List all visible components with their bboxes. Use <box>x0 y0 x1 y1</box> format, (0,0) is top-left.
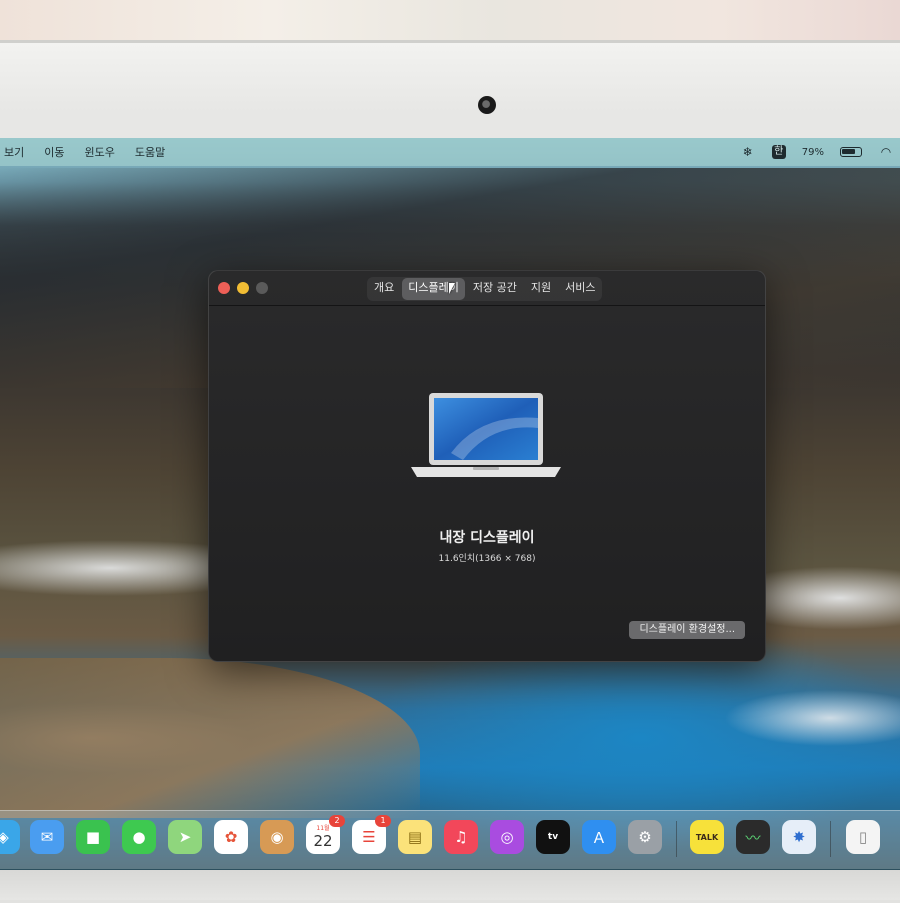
menu-bar-items: 보기 이동 윈도우 도움말 <box>0 144 185 160</box>
safari-app[interactable]: ◈ <box>0 820 20 854</box>
minimize-button[interactable] <box>237 282 249 294</box>
podcast-icon: ◎ <box>500 828 514 846</box>
maps-app[interactable]: ➤ <box>168 820 202 854</box>
tab-support[interactable]: 지원 <box>525 278 557 300</box>
tab-bar: 개요 디스플레이 저장 공간 지원 서비스 <box>367 277 603 301</box>
preview-app[interactable]: ▯ <box>846 820 880 854</box>
tab-storage[interactable]: 저장 공간 <box>467 278 523 300</box>
gear-blue-icon: ✸ <box>792 828 806 846</box>
close-button[interactable] <box>218 282 230 294</box>
dock-separator <box>830 821 831 857</box>
menu-go[interactable]: 이동 <box>44 144 64 160</box>
tab-service[interactable]: 서비스 <box>559 278 601 300</box>
reminders-app[interactable]: ☰ 1 <box>352 815 391 854</box>
mail-app[interactable]: ✉ <box>30 820 64 854</box>
map-icon: ➤ <box>178 828 192 846</box>
tv-app[interactable]: tv <box>536 820 570 854</box>
tab-overview[interactable]: 개요 <box>368 278 400 300</box>
system-preferences-app[interactable]: ⚙ <box>628 820 662 854</box>
flower-icon: ✿ <box>224 828 238 846</box>
notes-app[interactable]: ▤ <box>398 820 432 854</box>
talk-icon: TALK <box>695 832 719 842</box>
app-store-app[interactable]: Ａ <box>582 820 616 854</box>
facetime-app[interactable]: ■ <box>76 820 110 854</box>
calendar-app[interactable]: 11월 22 2 <box>306 815 345 854</box>
monitor-icon: 〰 <box>745 828 761 847</box>
contacts-icon: ◉ <box>270 828 284 846</box>
kakaotalk-app[interactable]: TALK <box>690 820 724 854</box>
menu-view[interactable]: 보기 <box>4 144 24 160</box>
battery-percentage[interactable]: 79% <box>802 147 824 158</box>
podcasts-app[interactable]: ◎ <box>490 820 524 854</box>
activity-monitor-app[interactable]: 〰 <box>736 820 770 854</box>
desktop-screen: 보기 이동 윈도우 도움말 ❄ 한 79% ◠ 개요 디스플레이 저장 공간 지… <box>0 138 900 870</box>
menu-help[interactable]: 도움말 <box>135 144 165 160</box>
dock: ◈ ✉ ■ ● ➤ ✿ ◉ 11월 22 2 ☰ 1 ▤ ♫ ◎ tv Ａ ⚙ … <box>0 810 900 869</box>
notepad-icon: ▤ <box>407 828 423 846</box>
about-this-mac-window: 개요 디스플레이 저장 공간 지원 서비스 내장 디스플레이 11.6인치(13… <box>208 270 766 662</box>
calendar-badge: 2 <box>329 815 345 827</box>
battery-icon[interactable] <box>840 147 862 157</box>
zoom-button <box>256 282 268 294</box>
input-source-icon[interactable]: 한 <box>771 145 786 159</box>
document-icon: ▯ <box>858 828 868 846</box>
window-titlebar: 개요 디스플레이 저장 공간 지원 서비스 <box>209 271 765 306</box>
tab-displays[interactable]: 디스플레이 <box>402 278 465 300</box>
wifi-icon[interactable]: ◠ <box>878 145 894 159</box>
reminders-badge: 1 <box>375 815 391 827</box>
music-note-icon: ♫ <box>454 828 468 846</box>
wallpaper-coast <box>0 658 420 818</box>
envelope-icon: ✉ <box>40 828 54 846</box>
calendar-day: 22 <box>313 832 333 850</box>
menu-bar: 보기 이동 윈도우 도움말 ❄ 한 79% ◠ <box>0 138 900 166</box>
contacts-app[interactable]: ◉ <box>260 820 294 854</box>
video-camera-icon: ■ <box>85 828 101 846</box>
dock-separator <box>676 821 677 857</box>
mouse-pointer-icon <box>449 283 455 294</box>
battery-level-fill <box>842 149 855 154</box>
compass-icon: ◈ <box>0 828 9 846</box>
messages-app[interactable]: ● <box>122 820 156 854</box>
display-preferences-button[interactable]: 디스플레이 환경설정... <box>629 621 745 639</box>
snowflake-icon[interactable]: ❄ <box>740 145 756 159</box>
speech-bubble-icon: ● <box>132 828 146 846</box>
tv-icon: tv <box>547 832 559 842</box>
status-area: ❄ 한 79% ◠ <box>740 138 900 166</box>
laptop-chin <box>0 870 900 900</box>
webcam-icon <box>478 96 496 114</box>
menu-window[interactable]: 윈도우 <box>85 144 115 160</box>
display-specification: 11.6인치(1366 × 768) <box>438 554 536 564</box>
laptop-display-icon <box>411 393 561 477</box>
music-app[interactable]: ♫ <box>444 820 478 854</box>
checklist-icon: ☰ <box>362 828 376 846</box>
photos-app[interactable]: ✿ <box>214 820 248 854</box>
display-name: 내장 디스플레이 <box>439 530 535 546</box>
utility-app[interactable]: ✸ <box>782 820 816 854</box>
app-store-icon: Ａ <box>591 828 607 847</box>
gear-icon: ⚙ <box>638 828 652 846</box>
